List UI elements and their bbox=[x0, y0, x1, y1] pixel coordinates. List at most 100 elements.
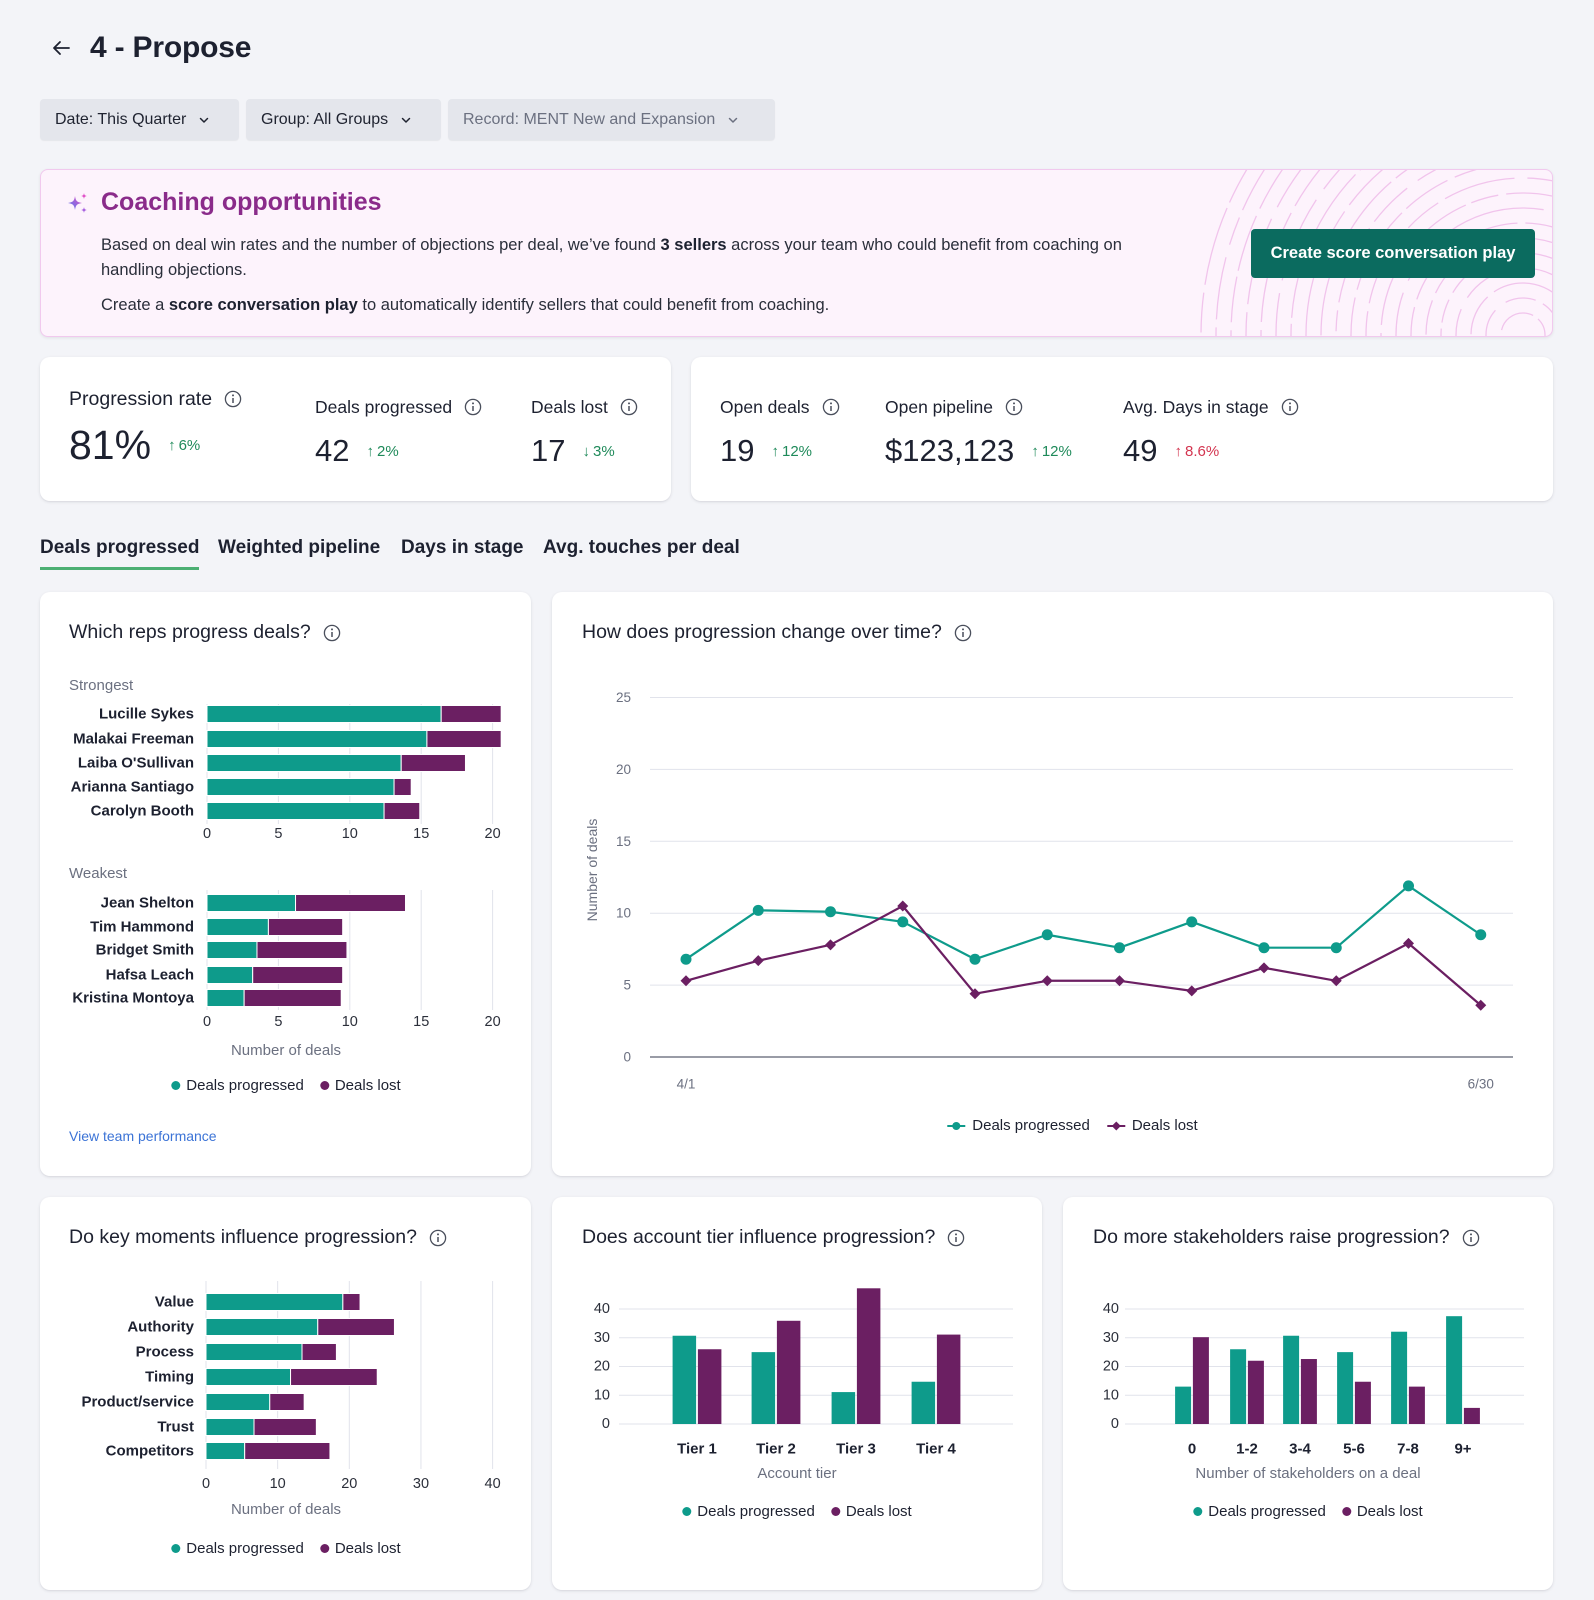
info-icon[interactable] bbox=[323, 624, 341, 642]
arrow-up-icon: ↑ bbox=[771, 442, 779, 460]
card-title: How does progression change over time? bbox=[582, 621, 972, 644]
category-label: 3-4 bbox=[1289, 1441, 1311, 1458]
legend-item-deals-progressed[interactable]: Deals progressed bbox=[1193, 1503, 1326, 1520]
bar-deals-lost bbox=[342, 1293, 361, 1311]
legend-item-deals-lost[interactable]: Deals lost bbox=[830, 1503, 912, 1520]
tab-deals-progressed[interactable]: Deals progressed bbox=[40, 537, 200, 570]
legend-label: Deals progressed bbox=[186, 1077, 304, 1094]
y-tick-label: 30 bbox=[594, 1330, 610, 1346]
bar-deals-progressed bbox=[205, 1368, 292, 1386]
arrow-left-icon bbox=[53, 41, 70, 55]
point-deals-progressed bbox=[1041, 929, 1053, 941]
account-tier-card: 0 10 20 30 40 Tier 1 Tier 2 Tier 3 Tier 4 Does a… bbox=[552, 1197, 1042, 1590]
y-tick-label: 25 bbox=[616, 690, 631, 705]
category-label: Value bbox=[155, 1294, 194, 1311]
info-icon[interactable] bbox=[464, 398, 482, 416]
x-tick-label: 4/1 bbox=[677, 1077, 696, 1092]
x-tick-label: 30 bbox=[413, 1476, 429, 1492]
tab-avg-touches-per-deal[interactable]: Avg. touches per deal bbox=[543, 537, 740, 567]
stat-deals-lost: Deals lost 17 ↓ 3% bbox=[531, 395, 638, 471]
bar-deals-lost bbox=[301, 1343, 337, 1361]
view-team-performance-link[interactable]: View team performance bbox=[69, 1128, 217, 1144]
bar-deals-progressed bbox=[1337, 1352, 1354, 1424]
category-label: Kristina Montoya bbox=[72, 990, 194, 1007]
stat-value: 81% bbox=[69, 421, 152, 468]
coaching-cta-text: Create a score conversation play to auto… bbox=[101, 293, 1161, 318]
record-filter-dropdown[interactable]: Record: MENT New and Expansion bbox=[448, 99, 775, 140]
legend-item-deals-progressed[interactable]: Deals progressed bbox=[171, 1540, 304, 1557]
create-score-conversation-play-button[interactable]: Create score conversation play bbox=[1251, 229, 1535, 278]
tab-days-in-stage[interactable]: Days in stage bbox=[401, 537, 524, 567]
chart-legend: Deals progressed Deals lost bbox=[946, 1117, 1198, 1134]
x-axis-title: Number of deals bbox=[230, 1501, 342, 1518]
point-deals-progressed bbox=[825, 906, 836, 918]
info-icon[interactable] bbox=[620, 398, 638, 416]
legend-item-deals-lost[interactable]: Deals lost bbox=[1341, 1503, 1423, 1520]
category-label: Tier 2 bbox=[756, 1441, 796, 1458]
back-button[interactable] bbox=[46, 33, 76, 63]
stats-card-pipeline: Open deals 19 ↑ 12% Open pipeline $123,123… bbox=[691, 357, 1553, 501]
bar-deals-progressed bbox=[206, 941, 258, 959]
x-axis-title: Account tier bbox=[757, 1465, 837, 1482]
legend-dot-icon bbox=[830, 1507, 840, 1516]
coaching-title: Coaching opportunities bbox=[101, 188, 382, 216]
tab-weighted-pipeline[interactable]: Weighted pipeline bbox=[218, 537, 380, 567]
record-filter-label: Record: MENT New and Expansion bbox=[463, 110, 716, 128]
card-title: Do key moments influence progression? bbox=[69, 1226, 447, 1249]
legend-item-deals-progressed[interactable]: Deals progressed bbox=[946, 1117, 1090, 1134]
arrow-up-icon: ↑ bbox=[1031, 442, 1039, 460]
bar-deals-progressed bbox=[206, 730, 428, 748]
bar-deals-progressed bbox=[672, 1335, 697, 1424]
delta-value: 12% bbox=[781, 442, 813, 460]
stat-label: Open pipeline bbox=[885, 396, 993, 417]
info-icon[interactable] bbox=[947, 1229, 965, 1247]
x-tick-label: 10 bbox=[342, 826, 358, 842]
legend-item-deals-progressed[interactable]: Deals progressed bbox=[171, 1077, 304, 1094]
chart-legend: Deals progressed Deals lost bbox=[1193, 1503, 1423, 1520]
category-label: Competitors bbox=[106, 1443, 194, 1460]
info-icon[interactable] bbox=[224, 390, 242, 408]
stat-delta: ↑ 12% bbox=[771, 443, 812, 460]
card-title-text: Do key moments influence progression? bbox=[69, 1226, 417, 1248]
point-deals-progressed bbox=[1186, 916, 1198, 928]
date-filter-dropdown[interactable]: Date: This Quarter bbox=[40, 99, 239, 140]
stat-delta: ↑ 12% bbox=[1031, 443, 1072, 460]
category-label: Lucille Sykes bbox=[99, 706, 194, 723]
bar-deals-lost bbox=[936, 1334, 961, 1424]
bar-deals-progressed bbox=[206, 705, 442, 723]
legend-dot-icon bbox=[171, 1081, 181, 1090]
y-tick-label: 40 bbox=[594, 1301, 610, 1317]
stat-delta: ↑ 2% bbox=[366, 443, 398, 460]
x-tick-label: 6/30 bbox=[1468, 1077, 1494, 1092]
x-tick-label: 20 bbox=[485, 826, 501, 842]
group-filter-dropdown[interactable]: Group: All Groups bbox=[246, 99, 441, 140]
stats-card-deals: Progression rate 81% ↑ 6% Deals progressed… bbox=[40, 357, 671, 501]
legend-dot-icon bbox=[319, 1544, 329, 1553]
legend-item-deals-progressed[interactable]: Deals progressed bbox=[682, 1503, 815, 1520]
sparkle-icon bbox=[68, 193, 87, 213]
legend-item-deals-lost[interactable]: Deals lost bbox=[1106, 1117, 1198, 1134]
coaching-text: to automatically identify sellers that c… bbox=[357, 296, 830, 314]
info-icon[interactable] bbox=[822, 398, 840, 416]
bar-deals-progressed bbox=[206, 989, 245, 1007]
bar-deals-progressed bbox=[206, 894, 297, 912]
info-icon[interactable] bbox=[1005, 398, 1023, 416]
bar-deals-progressed bbox=[751, 1352, 776, 1424]
bar-deals-progressed bbox=[206, 754, 402, 772]
pattern-arc bbox=[1455, 267, 1552, 336]
stat-delta: ↓ 3% bbox=[582, 443, 614, 460]
legend-item-deals-lost[interactable]: Deals lost bbox=[319, 1077, 401, 1094]
info-icon[interactable] bbox=[954, 624, 972, 642]
legend-dot-icon bbox=[1193, 1507, 1203, 1516]
coaching-description: Based on deal win rates and the number o… bbox=[101, 233, 1161, 283]
legend-item-deals-lost[interactable]: Deals lost bbox=[319, 1540, 401, 1557]
info-icon[interactable] bbox=[1281, 398, 1299, 416]
x-tick-label: 20 bbox=[341, 1476, 357, 1492]
stat-label: Avg. Days in stage bbox=[1123, 396, 1269, 417]
y-tick-label: 20 bbox=[616, 762, 631, 777]
x-tick-label: 0 bbox=[202, 1476, 210, 1492]
info-icon[interactable] bbox=[1462, 1229, 1480, 1247]
info-icon[interactable] bbox=[429, 1229, 447, 1247]
category-label: Tier 4 bbox=[916, 1441, 956, 1458]
category-label: 1-2 bbox=[1236, 1441, 1258, 1458]
